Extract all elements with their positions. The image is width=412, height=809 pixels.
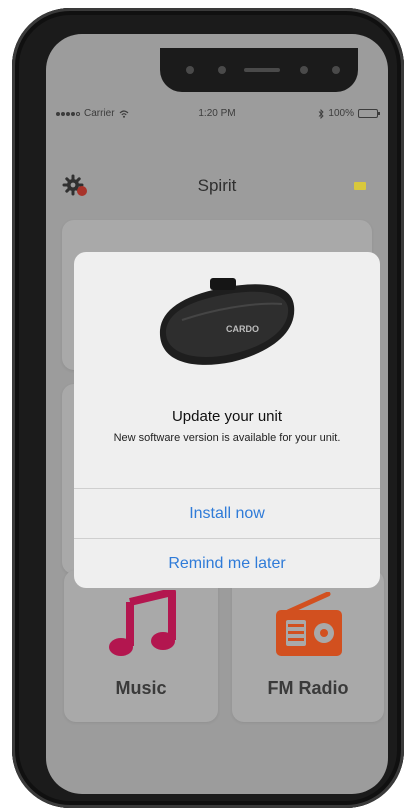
status-bar: Carrier 1:20 PM 100% (46, 104, 388, 126)
speaker-slit (244, 68, 280, 72)
radio-icon (276, 592, 342, 656)
battery-percent: 100% (328, 108, 354, 119)
music-tile[interactable]: Music (64, 570, 218, 722)
update-dialog: CARDO Update your unit New software vers… (74, 252, 380, 588)
device-brand-text: CARDO (226, 324, 259, 334)
page-title: Spirit (197, 176, 237, 195)
sensor-dot (300, 66, 308, 74)
intercom-device-image: CARDO (159, 278, 295, 365)
bluetooth-icon (319, 108, 325, 119)
dialog-title: Update your unit (171, 408, 283, 425)
phone-frame: Carrier 1:20 PM 100% Spirit Music FM Rad… (12, 8, 404, 808)
battery-icon (358, 109, 380, 118)
music-label: Music (115, 678, 167, 698)
sensor-dot (186, 66, 194, 74)
camera-dot (218, 66, 226, 74)
music-note-icon (109, 590, 176, 656)
remind-me-later-button[interactable]: Remind me later (74, 538, 380, 588)
dialog-message: New software version is available for yo… (113, 432, 341, 444)
camera-dot (332, 66, 340, 74)
status-right: 100% (318, 108, 380, 119)
fm-radio-label: FM Radio (267, 678, 349, 698)
headset-battery-icon (354, 182, 366, 190)
fm-radio-tile[interactable]: FM Radio (232, 570, 384, 722)
phone-screen: Carrier 1:20 PM 100% Spirit Music FM Rad… (46, 34, 388, 794)
install-now-button[interactable]: Install now (74, 488, 380, 539)
nav-bar: Spirit (46, 168, 388, 202)
phone-notch (160, 48, 358, 92)
